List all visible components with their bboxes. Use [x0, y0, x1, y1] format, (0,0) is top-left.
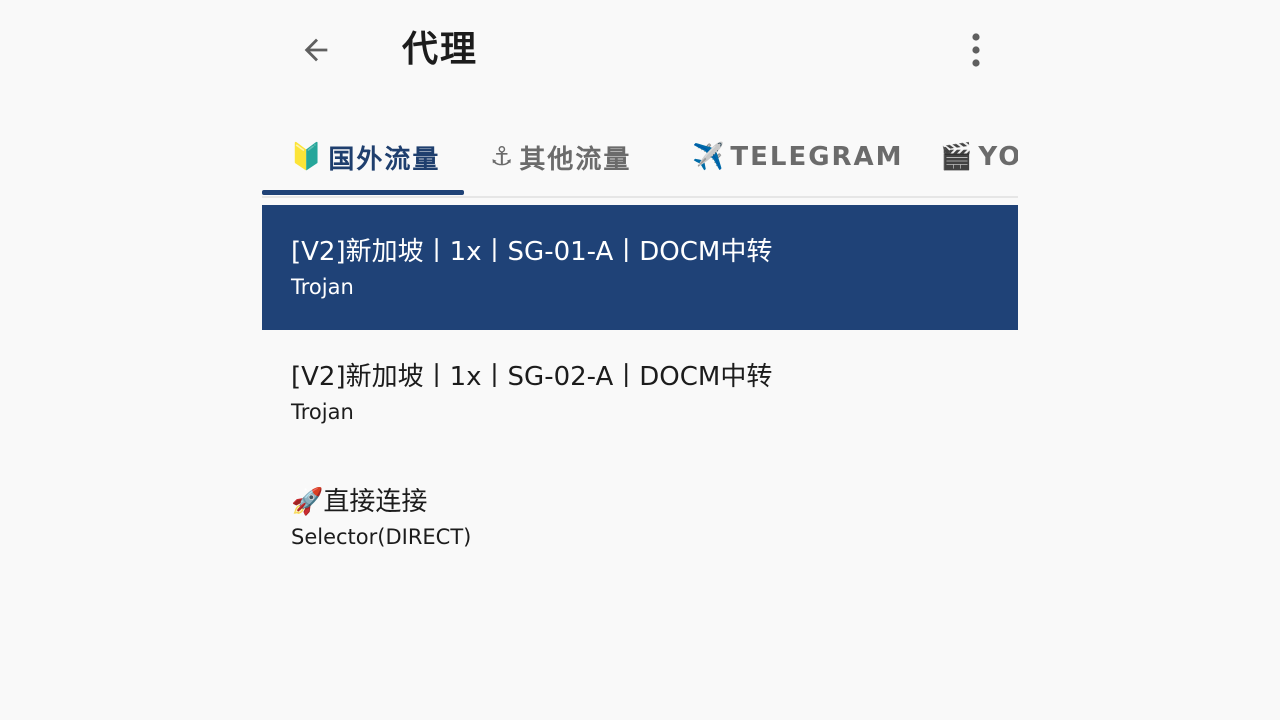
active-tab-indicator	[262, 190, 464, 195]
tab-label: TELEGRAM	[730, 142, 904, 172]
arrow-left-icon	[304, 38, 328, 62]
proxy-name: [V2]新加坡丨1x丨SG-02-A丨DOCM中转	[291, 362, 773, 392]
proxy-item[interactable]: [V2]新加坡丨1x丨SG-01-A丨DOCM中转 Trojan	[262, 205, 1018, 330]
tab-foreign-traffic[interactable]: 🔰 国外流量	[290, 118, 440, 196]
tab-youtube[interactable]: 🎬 YO	[940, 118, 1018, 196]
proxy-type: Trojan	[291, 275, 354, 299]
tab-label: 其他流量	[519, 144, 632, 175]
proxy-item[interactable]: [V2]新加坡丨1x丨SG-02-A丨DOCM中转 Trojan	[262, 330, 1018, 455]
clapper-board-icon: 🎬	[940, 142, 975, 172]
proxy-screen: 代理 🔰 国外流量 ⚓ 其他流量 ✈️ TELEGRAM 🎬 YO [V2]新加…	[262, 0, 1018, 720]
proxy-name: [V2]新加坡丨1x丨SG-01-A丨DOCM中转	[291, 237, 773, 267]
proxy-group-tabs: 🔰 国外流量 ⚓ 其他流量 ✈️ TELEGRAM 🎬 YO	[262, 118, 1018, 198]
beginner-shield-icon: 🔰	[290, 142, 325, 172]
proxy-list: [V2]新加坡丨1x丨SG-01-A丨DOCM中转 Trojan [V2]新加坡…	[262, 205, 1018, 580]
app-bar: 代理	[262, 0, 1018, 100]
proxy-item[interactable]: 🚀直接连接 Selector(DIRECT)	[262, 455, 1018, 580]
tab-telegram[interactable]: ✈️ TELEGRAM	[692, 118, 904, 196]
more-options-button[interactable]	[952, 28, 1000, 72]
tab-other-traffic[interactable]: ⚓ 其他流量	[490, 118, 631, 196]
anchor-icon: ⚓	[490, 142, 516, 172]
back-button[interactable]	[292, 28, 340, 72]
more-vertical-icon	[972, 33, 980, 67]
proxy-name: 🚀直接连接	[291, 487, 428, 517]
tab-label: YO	[978, 142, 1018, 172]
tab-label: 国外流量	[328, 144, 441, 175]
airplane-icon: ✈️	[692, 142, 727, 172]
proxy-type: Trojan	[291, 400, 354, 424]
page-title: 代理	[402, 29, 479, 70]
proxy-type: Selector(DIRECT)	[291, 525, 472, 549]
